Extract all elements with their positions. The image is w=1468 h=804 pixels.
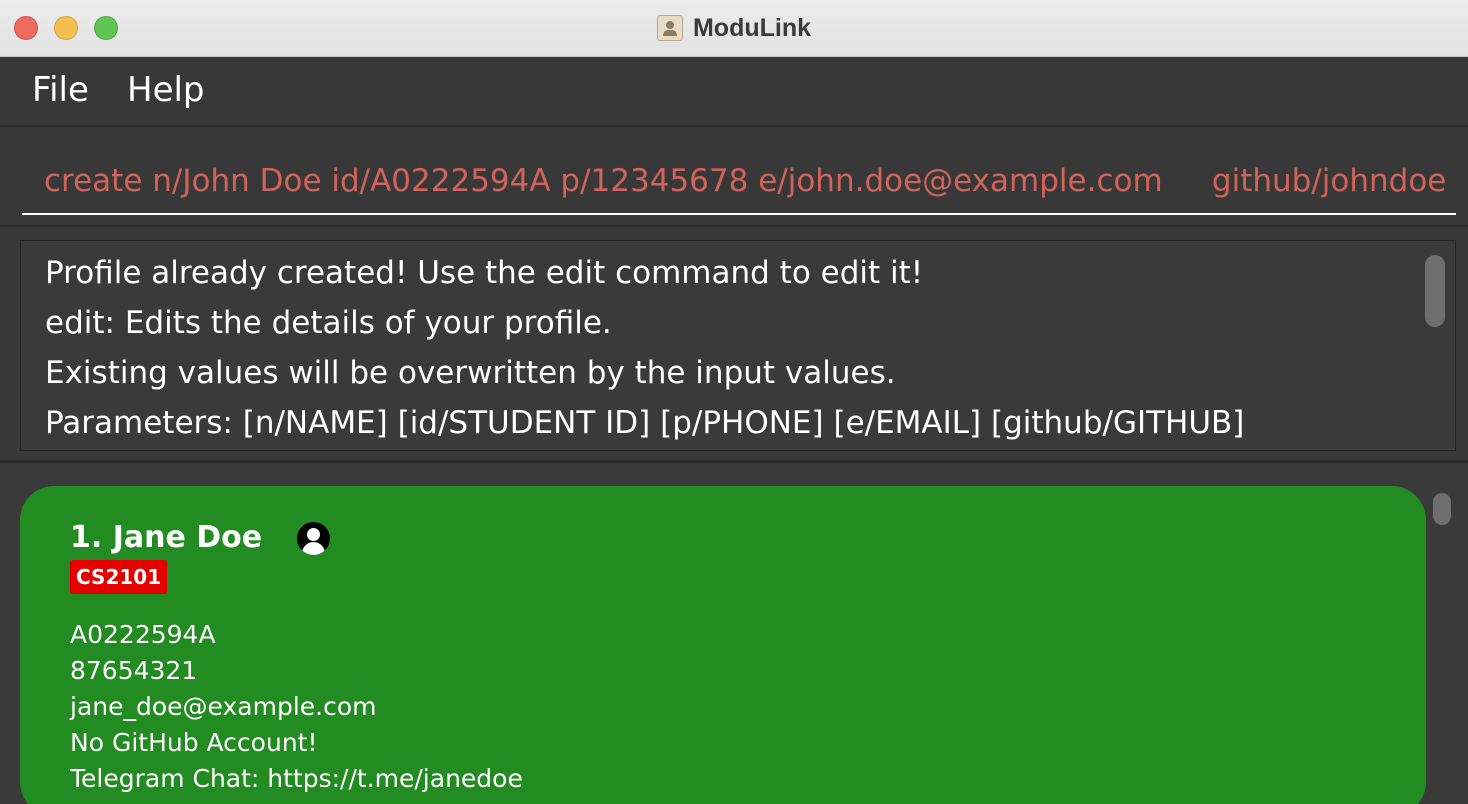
person-email: jane_doe@example.com [70, 692, 377, 721]
app-contacts-icon [656, 15, 683, 41]
menu-help[interactable]: Help [127, 70, 205, 110]
result-scrollbar[interactable] [1425, 255, 1445, 327]
command-input[interactable] [22, 149, 1456, 215]
result-line: edit: Edits the details of your profile. [45, 305, 612, 341]
list-scrollbar[interactable] [1433, 493, 1451, 525]
window-titlebar: ModuLink [0, 0, 1468, 57]
result-line: Existing values will be overwritten by t… [45, 355, 896, 391]
person-phone: 87654321 [70, 656, 198, 685]
person-student-id: A0222594A [70, 620, 216, 649]
window-title: ModuLink [692, 13, 812, 42]
result-line: Parameters: [n/NAME] [id/STUDENT ID] [p/… [45, 405, 1245, 441]
person-list: 1. Jane Doe CS2101 A0222594A 87654321 ja… [0, 463, 1468, 804]
result-display: Profile already created! Use the edit co… [20, 240, 1456, 451]
menu-bar: File Help [0, 57, 1468, 127]
person-name: 1. Jane Doe [70, 520, 263, 555]
module-tag: CS2101 [70, 560, 168, 594]
menu-file[interactable]: File [32, 70, 89, 110]
person-github: No GitHub Account! [70, 728, 318, 757]
profile-user-icon [297, 522, 330, 555]
result-display-panel: Profile already created! Use the edit co… [0, 227, 1468, 463]
command-box [0, 127, 1468, 227]
person-card[interactable]: 1. Jane Doe CS2101 A0222594A 87654321 ja… [20, 486, 1426, 804]
person-telegram[interactable]: Telegram Chat: https://t.me/janedoe [70, 764, 523, 793]
result-line: Profile already created! Use the edit co… [45, 255, 924, 291]
